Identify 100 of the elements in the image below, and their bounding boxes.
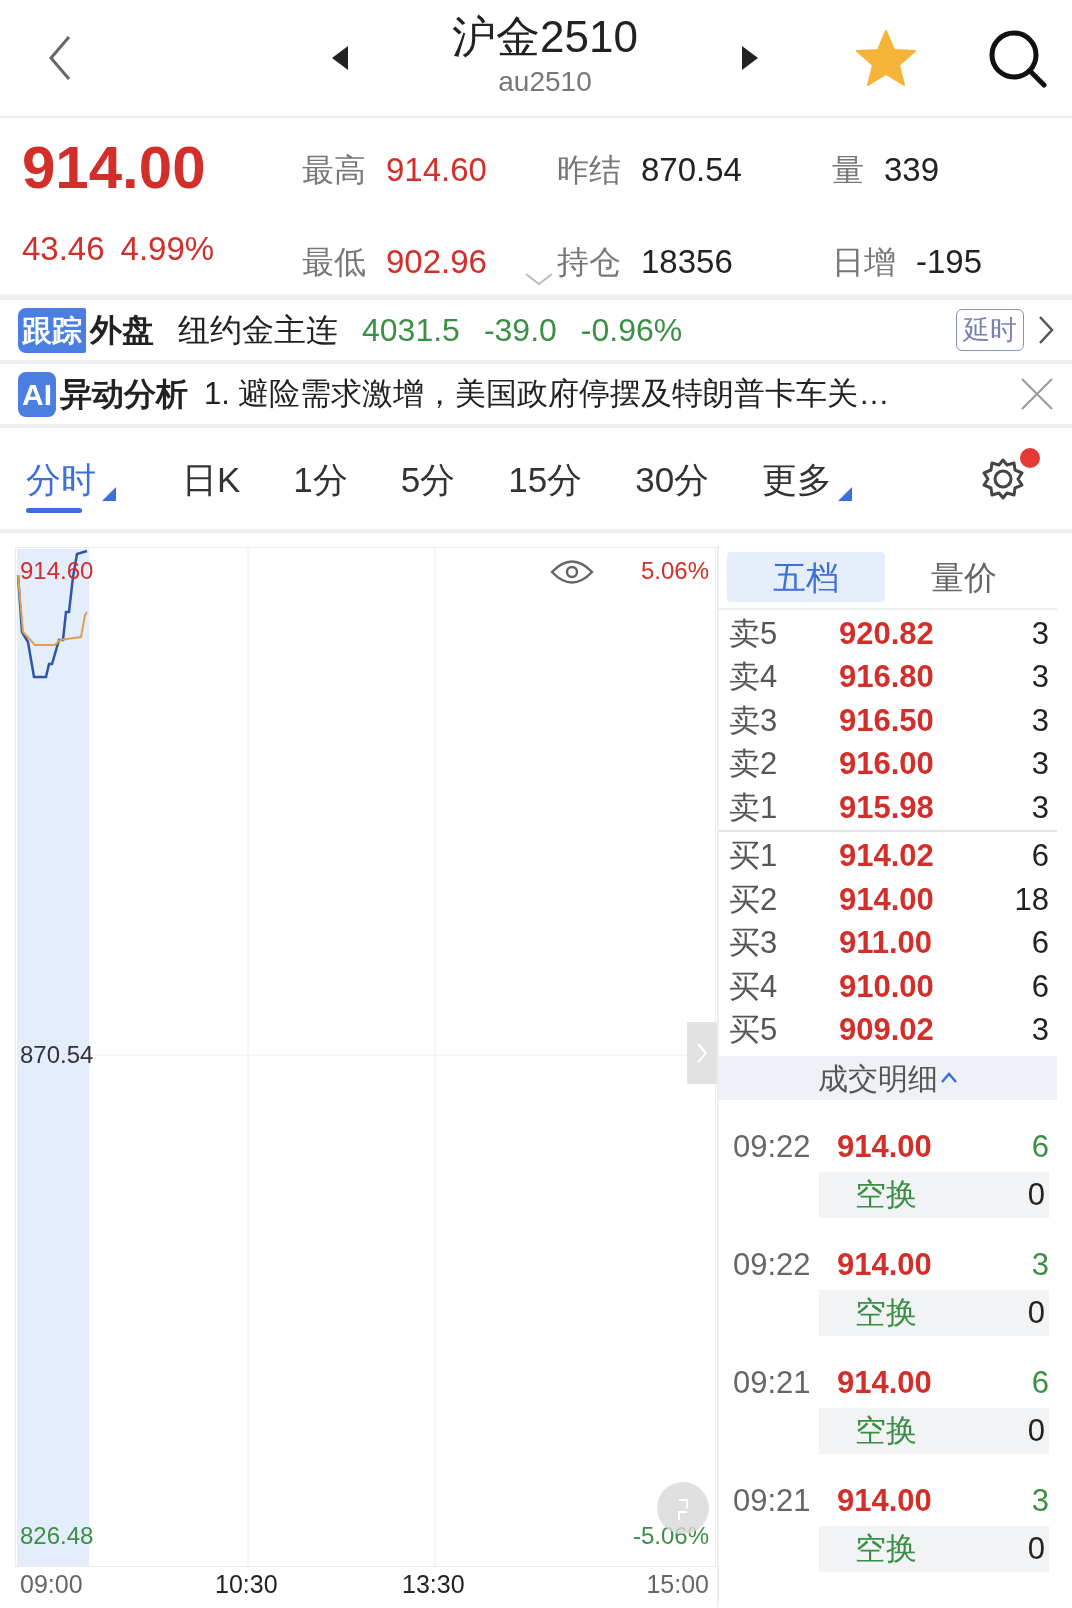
trade-time: 09:22 xyxy=(733,1245,812,1284)
level-label: 买2 xyxy=(729,880,779,919)
ai-tag: AI xyxy=(18,371,56,417)
star-icon[interactable] xyxy=(855,29,917,87)
level-label: 卖1 xyxy=(729,788,779,827)
period-tab[interactable]: 1分 xyxy=(289,444,352,513)
last-price: 914.00 xyxy=(22,138,207,198)
time-label: 13:30 xyxy=(402,1572,465,1597)
level-price: 916.50 xyxy=(839,701,935,740)
level-price: 914.02 xyxy=(839,837,935,875)
stat-label: 日增 xyxy=(832,243,896,282)
page-title: 沪金2510 xyxy=(451,12,639,62)
level-label: 买5 xyxy=(729,1011,779,1049)
search-icon[interactable] xyxy=(987,28,1047,88)
delay-label: 延时 xyxy=(956,308,1024,352)
level-volume: 3 xyxy=(1031,658,1049,696)
stat-label: 昨结 xyxy=(557,151,621,190)
level-price: 916.80 xyxy=(839,658,935,696)
level-label: 买4 xyxy=(729,967,779,1006)
level-price: 909.02 xyxy=(839,1011,935,1049)
trade-type: 空换 xyxy=(855,1411,918,1450)
stat-value: 339 xyxy=(884,150,940,191)
instrument-price: 4031.5 xyxy=(362,311,460,350)
time-label: 15:00 xyxy=(646,1572,709,1597)
trade-type-volume: 0 xyxy=(1027,1293,1045,1332)
level-label: 卖3 xyxy=(729,701,779,740)
level-label: 卖4 xyxy=(729,658,779,696)
level-volume: 3 xyxy=(1031,788,1049,827)
period-tab[interactable]: 30分 xyxy=(631,444,714,513)
instrument-percent: -0.96% xyxy=(580,311,683,350)
level-price: 910.00 xyxy=(839,967,935,1006)
dropdown-icon[interactable] xyxy=(102,487,116,501)
trade-time: 09:21 xyxy=(733,1481,812,1520)
trade-price: 914.00 xyxy=(837,1363,933,1402)
level-price: 920.82 xyxy=(839,614,935,653)
level-price: 911.00 xyxy=(839,924,934,962)
trade-price: 914.00 xyxy=(837,1127,933,1166)
price-change: 43.46 xyxy=(22,229,105,269)
level-price: 916.00 xyxy=(839,745,935,783)
close-icon[interactable] xyxy=(1020,377,1054,411)
axis-label: 826.48 xyxy=(20,1524,94,1548)
trade-price: 914.00 xyxy=(837,1481,933,1520)
chevron-up-icon[interactable] xyxy=(940,1072,958,1084)
trade-type: 空换 xyxy=(855,1293,918,1332)
trade-price: 914.00 xyxy=(837,1245,933,1284)
time-label: 09:00 xyxy=(20,1572,83,1597)
level-volume: 3 xyxy=(1031,614,1049,653)
trade-type-volume: 0 xyxy=(1027,1175,1045,1214)
contract-code: au2510 xyxy=(497,65,593,100)
level-price: 915.98 xyxy=(839,788,935,827)
percent-change: 4.99% xyxy=(120,229,215,269)
analysis-text: 1. 避险需求激增，美国政府停摆及特朗普卡车关… xyxy=(204,374,890,413)
book-tab[interactable]: 五档 xyxy=(727,552,885,602)
trade-volume: 3 xyxy=(1031,1245,1049,1284)
trade-volume: 3 xyxy=(1031,1481,1049,1520)
trade-volume: 6 xyxy=(1031,1127,1049,1166)
stat-value: 914.60 xyxy=(386,150,487,191)
trade-type-volume: 0 xyxy=(1027,1529,1045,1568)
level-volume: 6 xyxy=(1031,837,1049,875)
trade-type: 空换 xyxy=(855,1529,918,1568)
analysis-label: 异动分析 xyxy=(60,375,188,414)
level-label: 卖2 xyxy=(729,745,779,783)
detail-label: 成交明细 xyxy=(818,1060,938,1097)
stat-value: 18356 xyxy=(641,242,733,283)
stat-value: 870.54 xyxy=(641,150,742,191)
level-label: 卖5 xyxy=(729,614,779,653)
period-tab[interactable]: 更多 xyxy=(758,444,837,513)
time-label: 10:30 xyxy=(215,1572,278,1597)
market-label: 外盘 xyxy=(90,311,154,350)
level-label: 买1 xyxy=(729,837,779,875)
eye-icon[interactable] xyxy=(550,557,594,587)
level-volume: 6 xyxy=(1031,967,1049,1006)
stat-label: 最低 xyxy=(302,243,366,282)
stat-label: 量 xyxy=(832,151,864,190)
instrument-change: -39.0 xyxy=(483,311,557,350)
trade-time: 09:22 xyxy=(733,1127,812,1166)
axis-label: -5.06% xyxy=(632,1524,709,1548)
trade-type: 空换 xyxy=(855,1175,918,1214)
trade-type-volume: 0 xyxy=(1027,1411,1045,1450)
level-price: 914.00 xyxy=(839,880,935,919)
level-volume: 3 xyxy=(1031,745,1049,783)
previous-icon[interactable] xyxy=(330,45,350,71)
next-icon[interactable] xyxy=(740,45,760,71)
period-tab[interactable]: 分时 xyxy=(22,444,100,513)
dropdown-icon[interactable] xyxy=(838,487,853,501)
period-tab[interactable]: 日K xyxy=(178,444,245,513)
collapse-handle-icon[interactable] xyxy=(687,1022,717,1084)
stat-label: 持仓 xyxy=(557,243,621,282)
chevron-right-icon[interactable] xyxy=(1038,315,1054,345)
level-volume: 3 xyxy=(1031,1011,1049,1049)
stat-value: 902.96 xyxy=(386,242,487,283)
level-volume: 18 xyxy=(1014,880,1049,919)
level-volume: 6 xyxy=(1031,924,1049,962)
axis-label: 870.54 xyxy=(20,1043,94,1067)
level-volume: 3 xyxy=(1031,701,1049,740)
trade-volume: 6 xyxy=(1031,1363,1049,1402)
instrument-name: 纽约金主连 xyxy=(178,311,338,350)
book-tab[interactable]: 量价 xyxy=(885,552,1043,602)
period-tab[interactable]: 5分 xyxy=(396,444,460,513)
period-tab[interactable]: 15分 xyxy=(504,444,587,513)
